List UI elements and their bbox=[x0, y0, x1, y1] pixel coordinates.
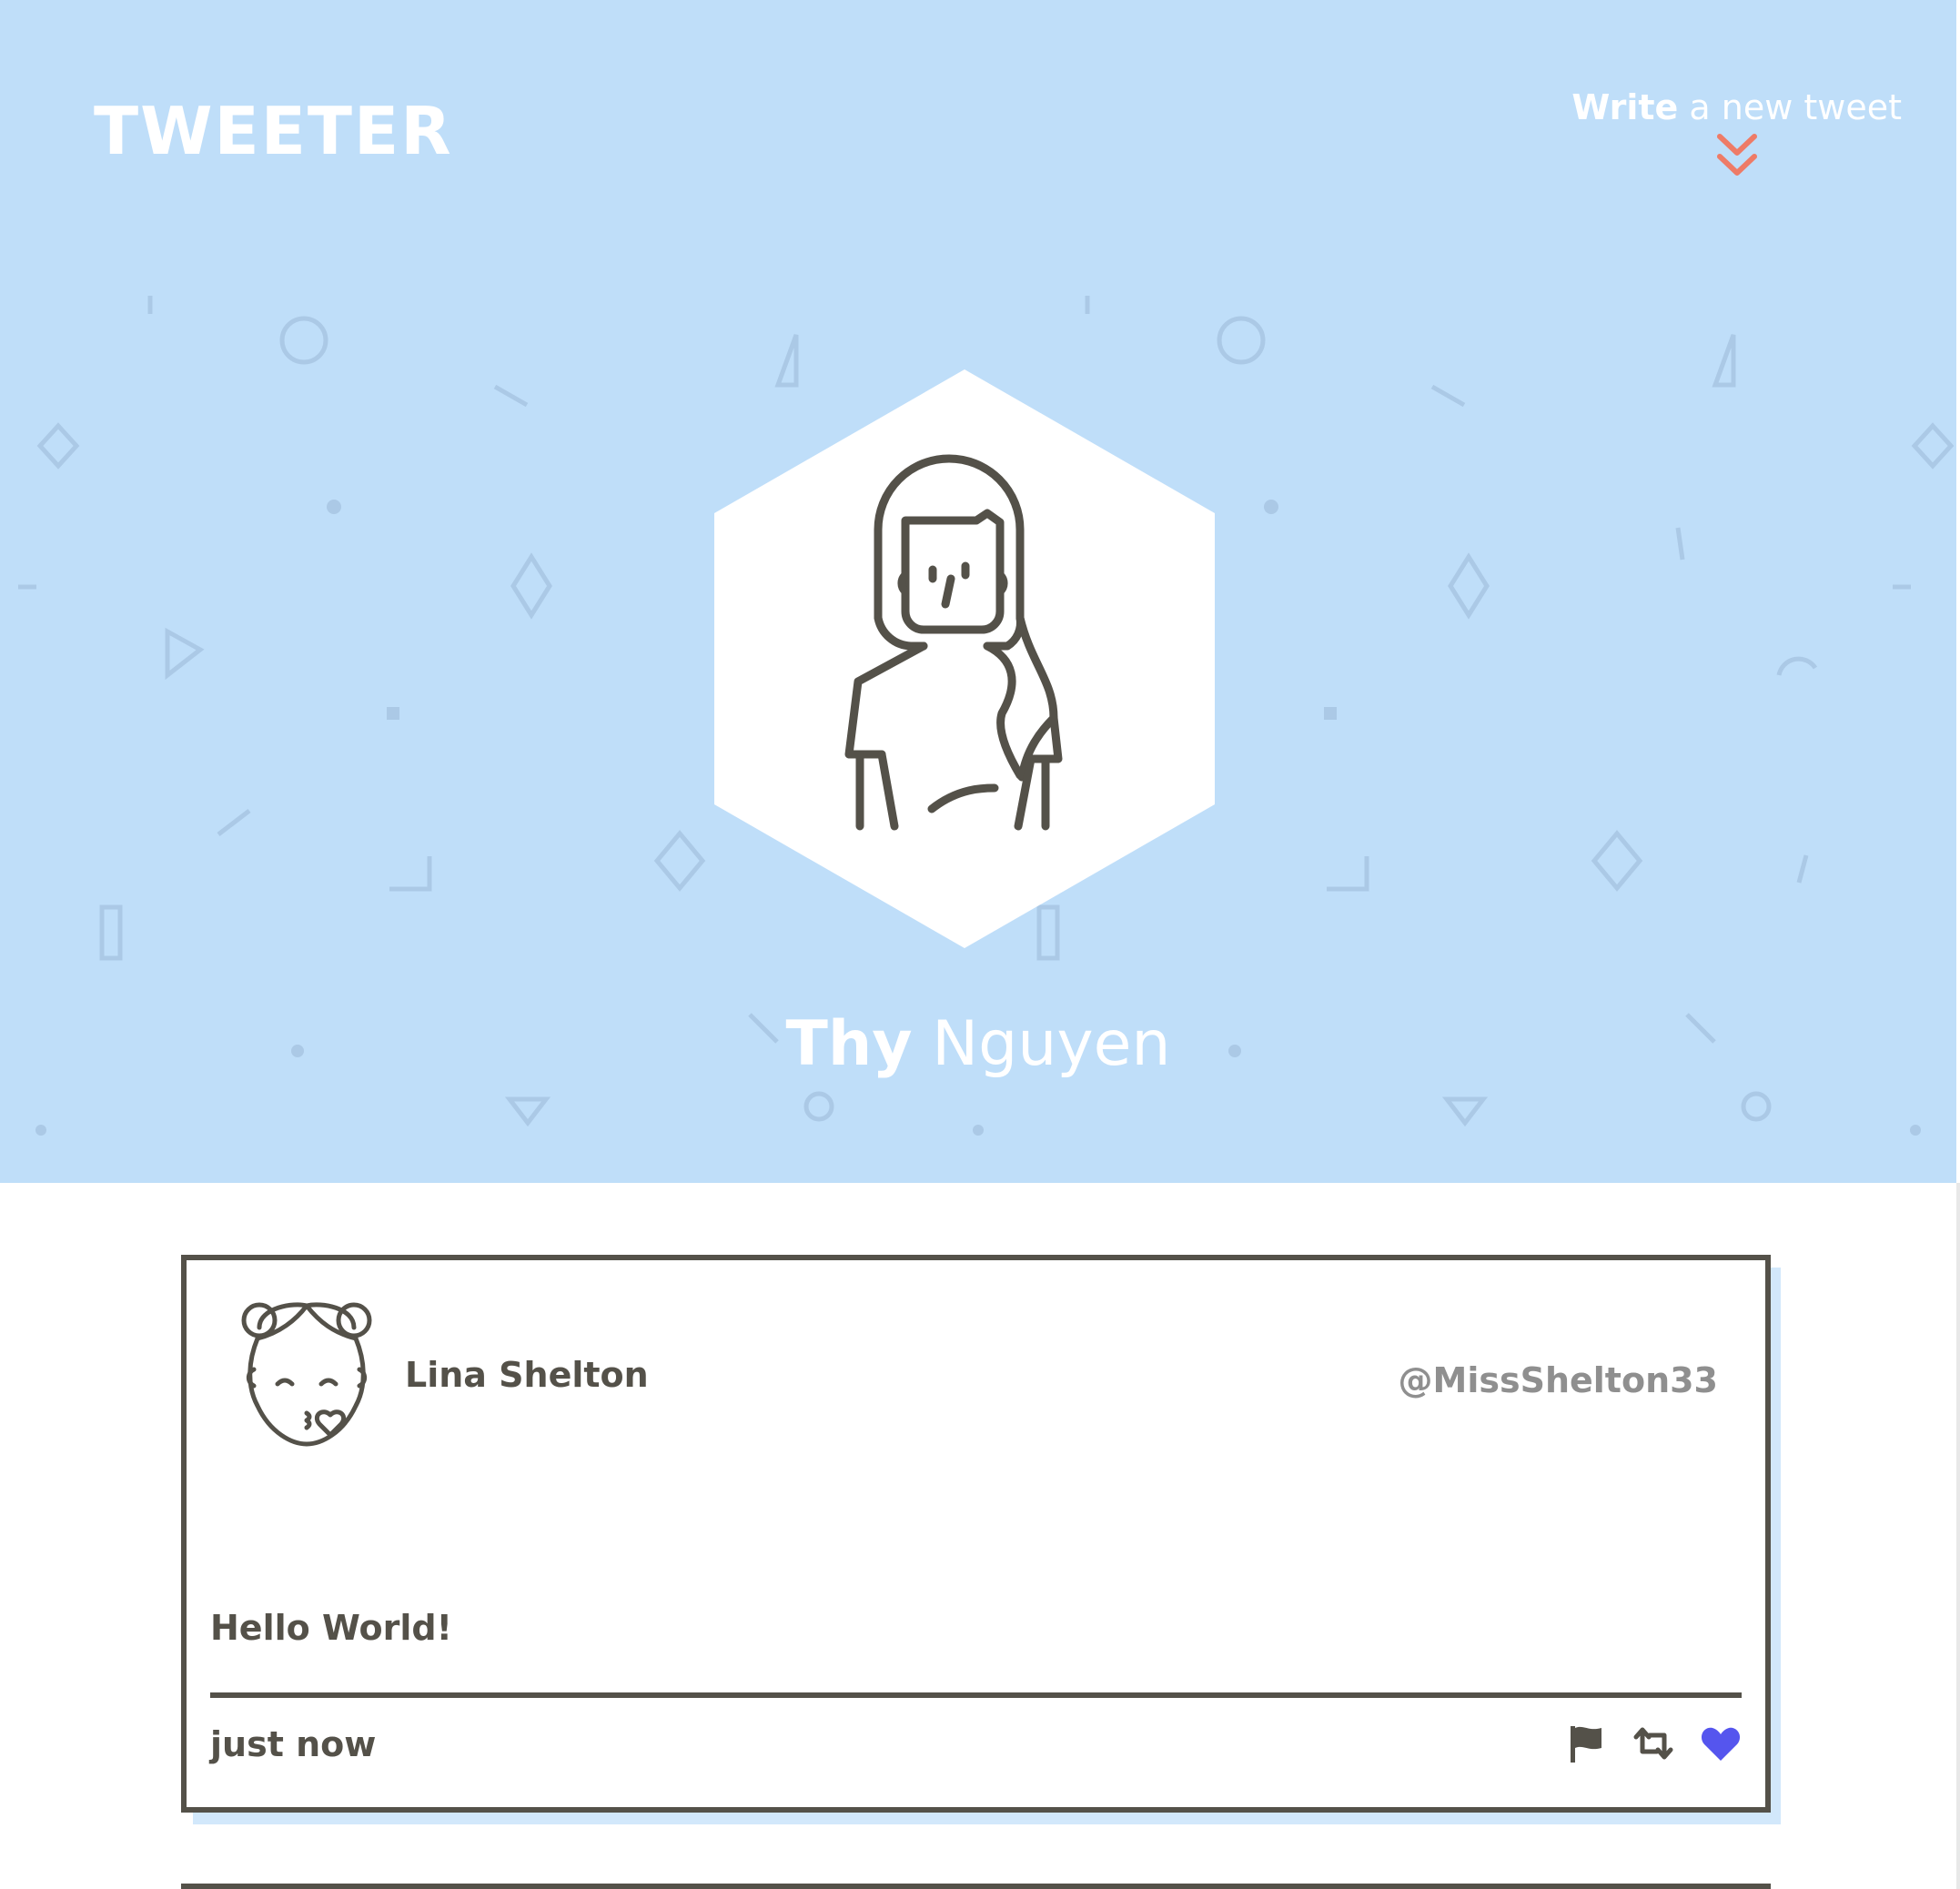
profile-first-name: Thy bbox=[785, 1008, 913, 1080]
write-new-tweet-toggle[interactable]: Write a new tweet bbox=[1571, 87, 1902, 178]
tweet-content: Hello World! bbox=[210, 1608, 452, 1648]
double-chevron-down-icon bbox=[1716, 134, 1757, 176]
compose-label-strong: Write bbox=[1571, 87, 1679, 127]
profile-last-name: Nguyen bbox=[912, 1008, 1171, 1080]
tweet-timestamp: just now bbox=[210, 1724, 377, 1764]
scrollbar-track[interactable] bbox=[1956, 1183, 1960, 1889]
profile-header: TWEETER Write a new tweet Thy Nguyen bbox=[0, 0, 1956, 1183]
tweet-actions bbox=[1565, 1721, 1742, 1766]
compose-label-rest: a new tweet bbox=[1678, 87, 1902, 127]
woman-avatar-icon bbox=[714, 369, 1215, 948]
profile-name: Thy Nguyen bbox=[0, 1014, 1956, 1076]
retweet-icon[interactable] bbox=[1632, 1722, 1674, 1764]
next-tweet-edge bbox=[181, 1884, 1771, 1889]
brand-logo[interactable]: TWEETER bbox=[94, 98, 453, 164]
tweet-divider bbox=[210, 1692, 1742, 1698]
compose-label: Write a new tweet bbox=[1571, 87, 1902, 127]
heart-icon[interactable] bbox=[1700, 1722, 1742, 1764]
flag-icon[interactable] bbox=[1565, 1722, 1607, 1764]
tweet-author-handle[interactable]: @MissShelton33 bbox=[1399, 1360, 1719, 1400]
tweet-card: Lina Shelton @MissShelton33 Hello World!… bbox=[181, 1255, 1771, 1813]
girl-kiss-avatar-icon bbox=[241, 1302, 372, 1447]
tweet-author-name[interactable]: Lina Shelton bbox=[405, 1355, 649, 1395]
